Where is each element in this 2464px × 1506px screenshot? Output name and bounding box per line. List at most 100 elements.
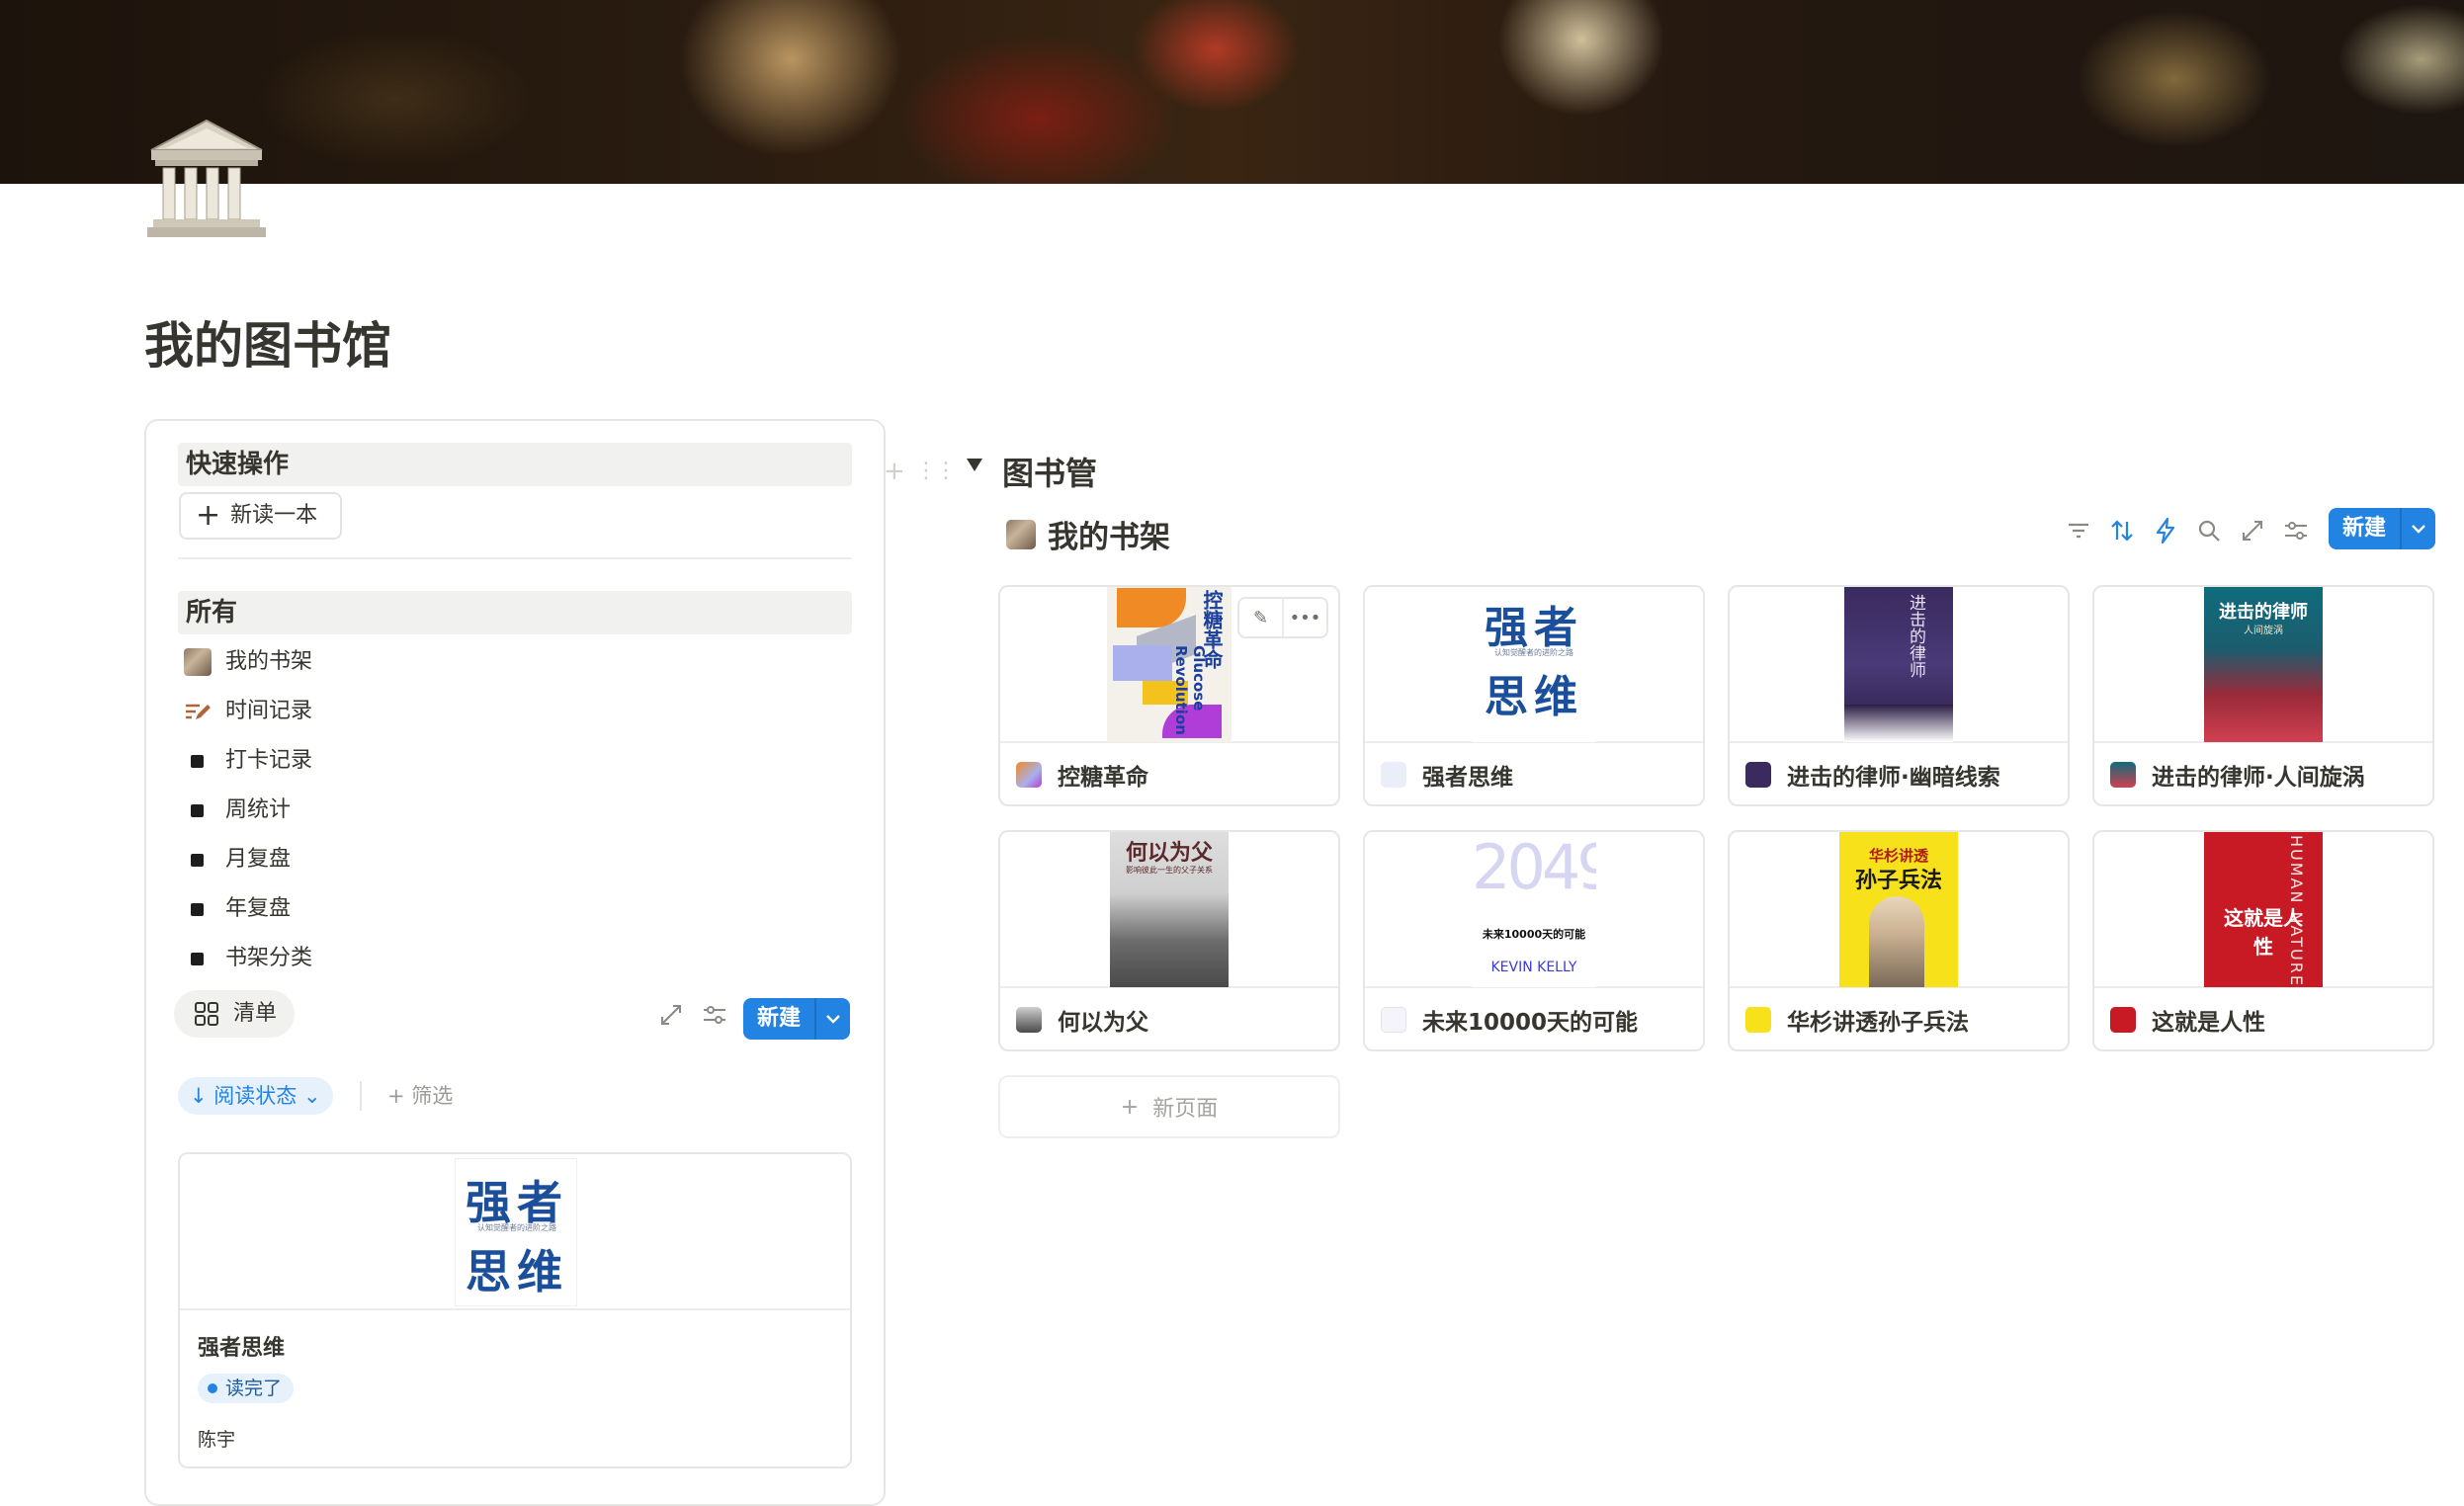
card-toolbar: ✎ •••: [1237, 597, 1328, 638]
sidebar-item-monthly[interactable]: 月复盘: [184, 840, 291, 879]
gallery-card[interactable]: 强者 认知觉醒者的进阶之路 思维 强者思维: [1363, 585, 1705, 806]
left-panel: 快速操作 + 新读一本 所有 我的书架 时间记录 打卡记录 周统计 月复盘 年复盘…: [144, 419, 886, 1506]
book-thumbnail-icon: [1016, 1007, 1042, 1033]
toggle-triangle-icon[interactable]: [967, 459, 982, 471]
plus-icon: +: [387, 1084, 412, 1108]
new-read-button[interactable]: + 新读一本: [179, 492, 342, 540]
square-icon: [184, 895, 212, 923]
card-title: 进击的律师·幽暗线索: [1787, 765, 2000, 791]
list-item-label: 周统计: [225, 797, 292, 822]
book-thumbnail-icon: [1745, 762, 1771, 788]
list-item-label: 书架分类: [225, 946, 313, 970]
new-button[interactable]: 新建: [743, 998, 851, 1040]
card-title: 这就是人性: [2152, 1010, 2265, 1036]
more-icon[interactable]: •••: [1282, 599, 1326, 636]
gallery-card[interactable]: HUMAN NATURE 这就是人性 这就是人性: [2092, 830, 2434, 1051]
page-title[interactable]: 我的图书馆: [144, 306, 391, 377]
quick-actions-heading: 快速操作: [178, 443, 852, 486]
card-title: 华杉讲透孙子兵法: [1787, 1010, 1969, 1036]
card-title: 控糖革命: [1058, 765, 1148, 791]
filter-button[interactable]: + 筛选: [387, 1077, 453, 1115]
author-name: 陈宇: [198, 1429, 236, 1451]
card-title: 何以为父: [1058, 1010, 1148, 1036]
arrow-down-icon: ↓: [190, 1084, 208, 1108]
list-item-label: 月复盘: [225, 847, 292, 872]
new-page-label: 新页面: [1152, 1097, 1219, 1122]
new-read-label: 新读一本: [230, 503, 318, 528]
lightning-icon[interactable]: [2151, 516, 2180, 545]
gallery-card[interactable]: 2049 未来10000天的可能 KEVIN KELLY 未来10000天的可能: [1363, 830, 1705, 1051]
gallery-card[interactable]: 进击的律师 人间旋涡 进击的律师·人间旋涡: [2092, 585, 2434, 806]
card-title: 未来10000天的可能: [1422, 1010, 1639, 1036]
status-badge: 读完了: [198, 1374, 295, 1403]
bookshelf-icon: [1006, 519, 1036, 549]
book-cover: 何以为父 影响彼此一生的父子关系: [1000, 832, 1338, 988]
gallery-card[interactable]: 何以为父 影响彼此一生的父子关系 何以为父: [998, 830, 1340, 1051]
chevron-down-icon[interactable]: [816, 1014, 850, 1024]
new-page-button[interactable]: + 新页面: [998, 1075, 1340, 1138]
square-icon: [184, 796, 212, 824]
book-cover: HUMAN NATURE 这就是人性: [2094, 832, 2432, 988]
plus-icon: +: [196, 498, 221, 533]
all-heading: 所有: [178, 591, 852, 634]
drag-handle-icon[interactable]: ⋮⋮: [915, 459, 957, 483]
book-cover: 强者 认知觉醒者的进阶之路 思维: [1365, 587, 1703, 743]
book-thumbnail-icon: [1381, 1007, 1406, 1033]
chevron-down-icon[interactable]: [2402, 524, 2435, 534]
sidebar-item-yearly[interactable]: 年复盘: [184, 889, 291, 929]
pencil-lines-icon: [184, 698, 212, 725]
book-cover: 强者 认知觉醒者的进阶之路 思维: [180, 1154, 850, 1310]
toggle-heading[interactable]: 图书管: [1002, 449, 1097, 494]
edit-icon[interactable]: ✎: [1239, 599, 1282, 636]
search-icon[interactable]: [2194, 516, 2224, 545]
list-item-label: 时间记录: [225, 699, 313, 723]
sidebar-item-checkin[interactable]: 打卡记录: [184, 741, 312, 781]
database-title[interactable]: 我的书架: [1006, 512, 1170, 556]
book-cover: 2049 未来10000天的可能 KEVIN KELLY: [1365, 832, 1703, 988]
sidebar-item-weekly[interactable]: 周统计: [184, 791, 291, 830]
square-icon: [184, 945, 212, 972]
bookshelf-icon: [184, 648, 212, 676]
sidebar-item-shelf-category[interactable]: 书架分类: [184, 939, 312, 978]
book-thumbnail-icon: [1381, 762, 1406, 788]
plus-icon: +: [1120, 1094, 1153, 1120]
settings-sliders-icon[interactable]: [2281, 516, 2311, 545]
classical-building-icon[interactable]: [143, 117, 270, 243]
list-item-label: 我的书架: [225, 649, 313, 674]
sidebar-item-time-log[interactable]: 时间记录: [184, 692, 312, 731]
add-block-icon[interactable]: +: [884, 457, 905, 486]
book-cover: 进击的律师: [1730, 587, 2068, 743]
list-card[interactable]: 强者 认知觉醒者的进阶之路 思维 强者思维 读完了 陈宇: [178, 1152, 852, 1468]
book-cover: 进击的律师 人间旋涡: [2094, 587, 2432, 743]
settings-sliders-icon[interactable]: [700, 1000, 729, 1030]
expand-icon[interactable]: [656, 1000, 686, 1030]
book-thumbnail-icon: [2110, 1007, 2136, 1033]
card-title: 进击的律师·人间旋涡: [2152, 765, 2365, 791]
cover-image: [0, 0, 2464, 184]
new-button-label: 新建: [2342, 516, 2387, 541]
book-thumbnail-icon: [1745, 1007, 1771, 1033]
card-title: 强者思维: [1422, 765, 1513, 791]
list-item-label: 年复盘: [225, 896, 292, 921]
book-cover: 华杉讲透 孙子兵法: [1730, 832, 2068, 988]
sort-icon[interactable]: [2107, 516, 2137, 545]
gallery-grid-icon: [195, 1002, 218, 1026]
sidebar-item-bookshelf[interactable]: 我的书架: [184, 642, 312, 682]
square-icon: [184, 747, 212, 775]
sort-chip[interactable]: ↓ 阅读状态 ⌄: [178, 1077, 333, 1115]
list-item-label: 打卡记录: [225, 748, 313, 773]
gallery-card[interactable]: 进击的律师 进击的律师·幽暗线索: [1728, 585, 2070, 806]
book-thumbnail-icon: [2110, 762, 2136, 788]
filter-icon[interactable]: [2064, 516, 2093, 545]
square-icon: [184, 846, 212, 874]
new-button[interactable]: 新建: [2329, 508, 2436, 549]
tab-label: 清单: [233, 1001, 278, 1026]
card-title: 强者思维: [198, 1336, 286, 1361]
book-thumbnail-icon: [1016, 762, 1042, 788]
tab-list-view[interactable]: 清单: [174, 990, 295, 1038]
gallery-card[interactable]: 华杉讲透 孙子兵法 华杉讲透孙子兵法: [1728, 830, 2070, 1051]
chevron-down-icon: ⌄: [302, 1084, 321, 1108]
divider: [178, 557, 852, 559]
new-button-label: 新建: [757, 1006, 802, 1031]
expand-icon[interactable]: [2238, 516, 2267, 545]
